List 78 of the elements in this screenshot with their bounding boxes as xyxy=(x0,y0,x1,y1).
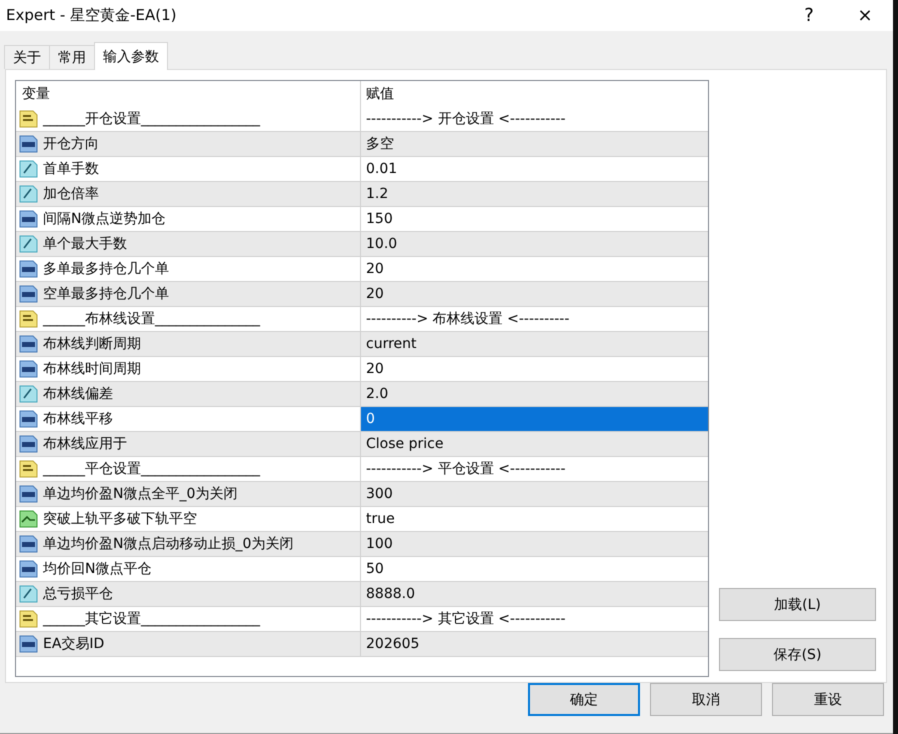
integer-type-icon xyxy=(19,335,38,353)
parameter-name[interactable]: 单边均价盈N微点启动移动止损_0为关闭 xyxy=(43,535,294,553)
dialog-button[interactable]: 确定 xyxy=(528,683,640,716)
parameter-value[interactable]: 150 xyxy=(361,207,708,231)
parameter-name[interactable]: 间隔N微点逆势加仓 xyxy=(43,210,166,228)
parameter-value[interactable]: 202605 xyxy=(361,632,708,656)
dialog-button[interactable]: 取消 xyxy=(650,683,762,716)
parameter-name[interactable]: 布林线时间周期 xyxy=(43,360,141,378)
fraction-type-icon xyxy=(19,235,38,253)
integer-type-icon xyxy=(19,635,38,653)
fraction-type-icon xyxy=(19,185,38,203)
parameter-value[interactable]: -----------> 开仓设置 <----------- xyxy=(361,107,708,131)
side-button[interactable]: 加载(L) xyxy=(719,588,876,621)
parameter-value[interactable]: 0 xyxy=(361,407,708,431)
parameter-value[interactable]: 20 xyxy=(361,257,708,281)
integer-type-icon xyxy=(19,560,38,578)
integer-type-icon xyxy=(19,485,38,503)
parameter-value[interactable]: 300 xyxy=(361,482,708,506)
parameter-value[interactable]: 20 xyxy=(361,357,708,381)
parameter-value[interactable]: 0.01 xyxy=(361,157,708,181)
parameter-name[interactable]: 布林线应用于 xyxy=(43,435,127,453)
parameter-value[interactable]: 100 xyxy=(361,532,708,556)
integer-type-icon xyxy=(19,535,38,553)
integer-type-icon xyxy=(19,285,38,303)
parameter-name[interactable]: ______其它设置_________________ xyxy=(43,610,260,628)
close-button[interactable]: × xyxy=(837,0,893,31)
parameter-value[interactable]: Close price xyxy=(361,432,708,456)
parameter-name[interactable]: EA交易ID xyxy=(43,635,104,653)
parameter-name[interactable]: 布林线平移 xyxy=(43,410,113,428)
parameter-name[interactable]: 布林线判断周期 xyxy=(43,335,141,353)
integer-type-icon xyxy=(19,410,38,428)
parameter-value[interactable]: 1.2 xyxy=(361,182,708,206)
parameter-name[interactable]: 突破上轨平多破下轨平空 xyxy=(43,510,197,528)
help-button[interactable]: ? xyxy=(781,0,837,31)
dialog-button[interactable]: 重设 xyxy=(772,683,884,716)
parameter-name[interactable]: 总亏损平仓 xyxy=(43,585,113,603)
fraction-type-icon xyxy=(19,160,38,178)
parameter-name[interactable]: 加仓倍率 xyxy=(43,185,99,203)
string-type-icon xyxy=(19,610,38,628)
parameter-name[interactable]: ______布林线设置_______________ xyxy=(43,310,260,328)
string-type-icon xyxy=(19,110,38,128)
parameter-value[interactable]: ----------> 布林线设置 <---------- xyxy=(361,307,708,331)
column-header[interactable]: 赋值 xyxy=(361,81,708,107)
parameter-value[interactable]: -----------> 平仓设置 <----------- xyxy=(361,457,708,481)
parameter-name[interactable]: 单边均价盈N微点全平_0为关闭 xyxy=(43,485,238,503)
parameter-name[interactable]: 空单最多持仓几个单 xyxy=(43,285,169,303)
boolean-type-icon xyxy=(19,510,38,528)
side-button[interactable]: 保存(S) xyxy=(719,638,876,671)
parameter-value[interactable]: current xyxy=(361,332,708,356)
integer-type-icon xyxy=(19,260,38,278)
parameter-name[interactable]: 首单手数 xyxy=(43,160,99,178)
parameter-name[interactable]: 布林线偏差 xyxy=(43,385,113,403)
integer-type-icon xyxy=(19,135,38,153)
tab[interactable]: 关于 xyxy=(4,45,50,69)
parameter-value[interactable]: 8888.0 xyxy=(361,582,708,606)
fraction-type-icon xyxy=(19,585,38,603)
integer-type-icon xyxy=(19,360,38,378)
fraction-type-icon xyxy=(19,385,38,403)
integer-type-icon xyxy=(19,435,38,453)
parameter-name[interactable]: 开仓方向 xyxy=(43,135,99,153)
parameter-name[interactable]: ______开仓设置_________________ xyxy=(43,110,260,128)
tab[interactable]: 输入参数 xyxy=(94,42,168,70)
integer-type-icon xyxy=(19,210,38,228)
column-header[interactable]: 变量 xyxy=(16,81,361,107)
parameter-value[interactable]: 2.0 xyxy=(361,382,708,406)
parameter-name[interactable]: ______平仓设置_________________ xyxy=(43,460,260,478)
parameter-name[interactable]: 均价回N微点平仓 xyxy=(43,560,152,578)
parameter-value[interactable]: 20 xyxy=(361,282,708,306)
parameter-name[interactable]: 单个最大手数 xyxy=(43,235,127,253)
string-type-icon xyxy=(19,310,38,328)
parameter-value[interactable]: -----------> 其它设置 <----------- xyxy=(361,607,708,631)
parameter-value[interactable]: 多空 xyxy=(361,132,708,156)
parameter-value[interactable]: 50 xyxy=(361,557,708,581)
string-type-icon xyxy=(19,460,38,478)
parameter-value[interactable]: true xyxy=(361,507,708,531)
parameter-value[interactable]: 10.0 xyxy=(361,232,708,256)
window-title: Expert - 星空黄金-EA(1) xyxy=(6,6,177,25)
parameter-name[interactable]: 多单最多持仓几个单 xyxy=(43,260,169,278)
